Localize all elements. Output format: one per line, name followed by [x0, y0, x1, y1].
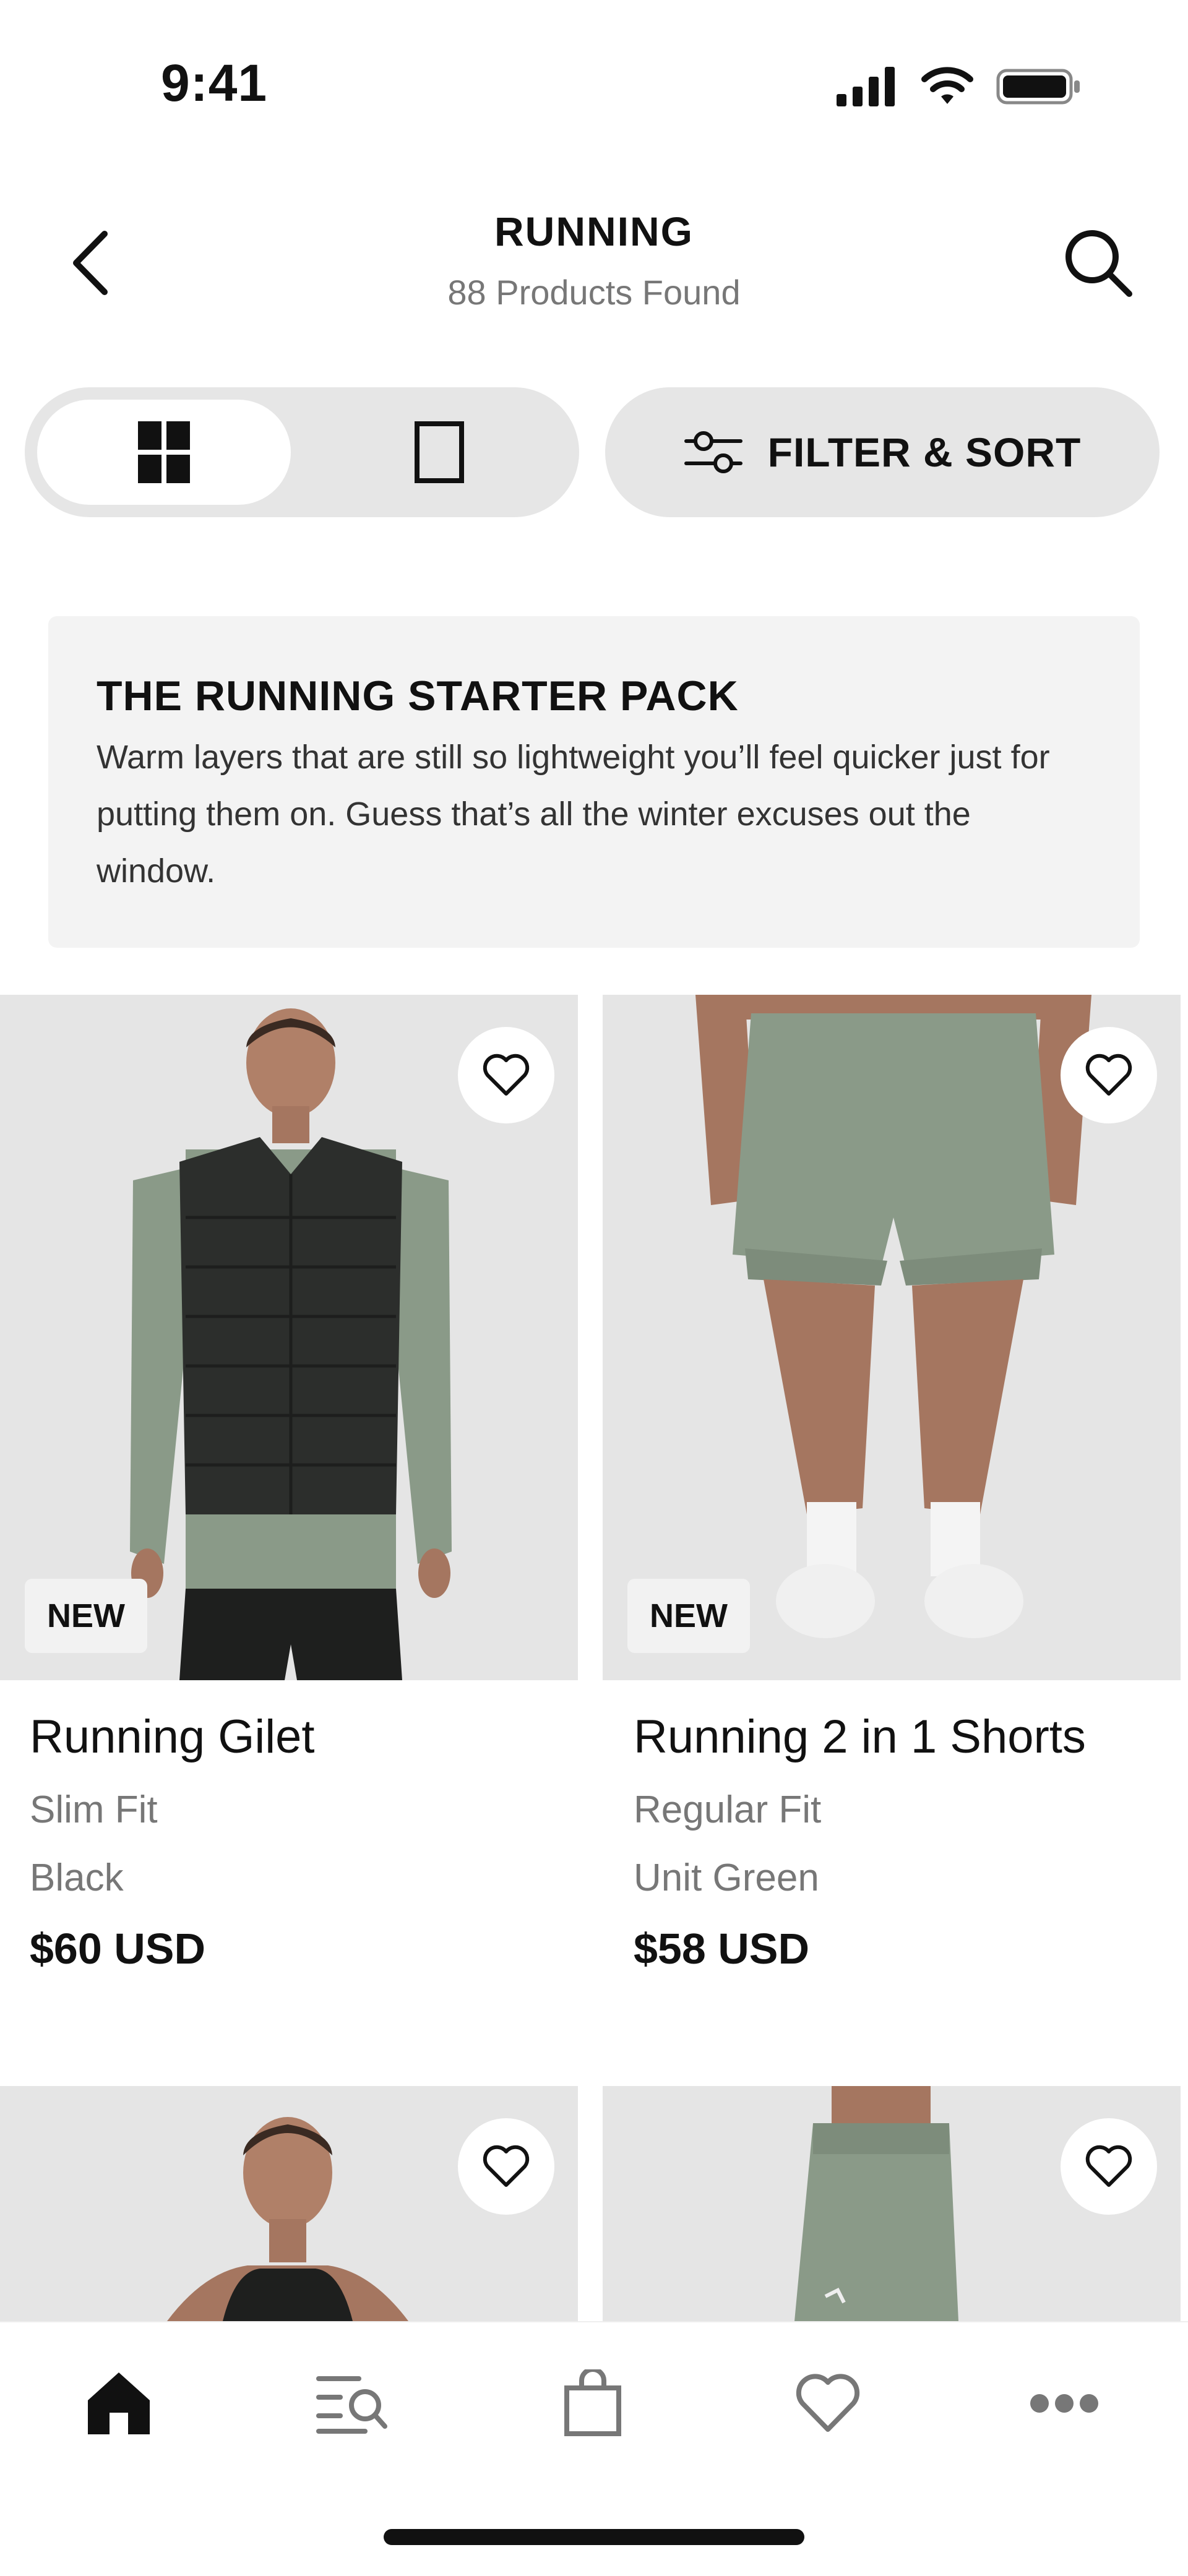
product-name[interactable]: Running Gilet	[30, 1710, 315, 1764]
wishlist-button[interactable]	[1061, 2118, 1157, 2215]
heart-icon	[483, 1054, 530, 1096]
bag-icon	[564, 2369, 621, 2436]
grid-view-button[interactable]	[37, 400, 291, 505]
promo-title: THE RUNNING STARTER PACK	[97, 672, 739, 719]
home-icon	[88, 2372, 150, 2434]
single-view-icon	[415, 421, 464, 483]
search-icon	[1065, 230, 1132, 297]
product-fit: Regular Fit	[634, 1788, 822, 1831]
product-price: $60 USD	[30, 1925, 206, 1973]
status-icons	[837, 62, 1083, 111]
product-color: Unit Green	[634, 1857, 819, 1899]
nav-more[interactable]	[996, 2351, 1132, 2456]
product-fit: Slim Fit	[30, 1788, 158, 1831]
more-icon	[1030, 2394, 1098, 2413]
product-color: Black	[30, 1857, 124, 1899]
heart-icon	[483, 2145, 530, 2187]
heart-icon	[1085, 1054, 1132, 1096]
grid-view-icon	[138, 421, 190, 483]
new-badge: NEW	[25, 1579, 147, 1653]
nav-bag[interactable]	[525, 2351, 661, 2456]
new-badge: NEW	[627, 1579, 750, 1653]
search-button[interactable]	[1052, 223, 1145, 303]
heart-icon	[1085, 2145, 1132, 2187]
heart-icon	[796, 2374, 860, 2432]
wishlist-button[interactable]	[1061, 1027, 1157, 1123]
promo-text: Warm layers that are still so lightweigh…	[97, 739, 1050, 890]
product-price: $58 USD	[634, 1925, 810, 1973]
signal-icon	[837, 67, 895, 106]
product-name[interactable]: Running 2 in 1 Shorts	[634, 1710, 1086, 1764]
wishlist-button[interactable]	[458, 1027, 554, 1123]
wishlist-button[interactable]	[458, 2118, 554, 2215]
nav-browse[interactable]	[285, 2351, 421, 2456]
wifi-icon	[921, 67, 973, 104]
filter-sort-label: FILTER & SORT	[767, 429, 1082, 475]
single-view-button[interactable]	[309, 400, 569, 505]
nav-home[interactable]	[51, 2351, 187, 2456]
filter-sort-button[interactable]: FILTER & SORT	[605, 387, 1160, 517]
battery-icon	[996, 69, 1080, 105]
nav-wishlist[interactable]	[760, 2351, 896, 2456]
sliders-icon	[684, 431, 742, 473]
home-indicator	[384, 2529, 804, 2545]
products-count: 88 Products Found	[447, 273, 741, 312]
browse-search-icon	[316, 2376, 387, 2434]
status-time: 9:41	[161, 54, 268, 112]
page-title: RUNNING	[494, 208, 694, 254]
